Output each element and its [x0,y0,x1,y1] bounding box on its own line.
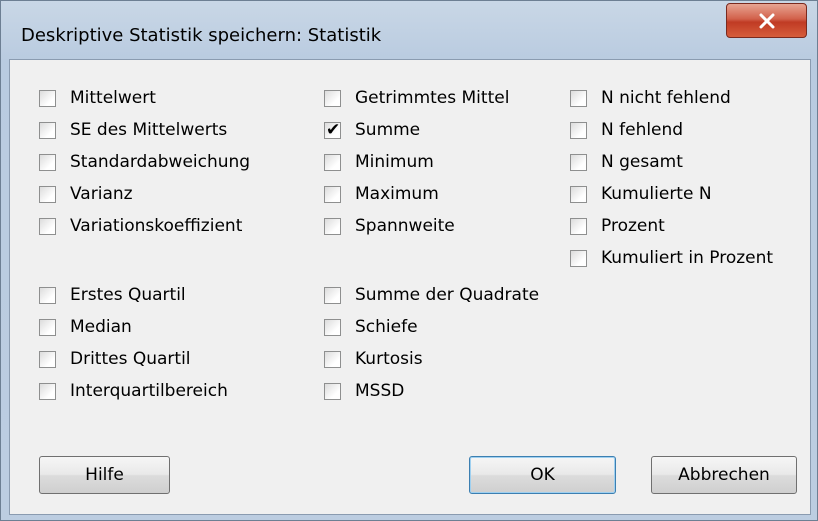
checkbox-box[interactable] [570,89,587,107]
checkbox-box[interactable] [39,350,56,368]
checkbox-label: Standardabweichung [70,152,251,172]
dialog-window: Deskriptive Statistik speichern: Statist… [0,0,818,521]
checkbox-box[interactable] [39,286,56,304]
checkbox-label: Erstes Quartil [70,285,186,305]
checkbox-n-nicht-fehlend[interactable]: N nicht fehlend [570,85,731,111]
checkbox-box[interactable] [39,382,56,400]
checkbox-schiefe[interactable]: Schiefe [324,314,418,340]
checkbox-box[interactable] [324,185,341,203]
checkbox-box[interactable] [324,286,341,304]
checkbox-box[interactable] [39,89,56,107]
checkbox-box[interactable] [324,382,341,400]
checkbox-minimum[interactable]: Minimum [324,149,434,175]
checkbox-box[interactable] [570,217,587,235]
checkbox-label: N gesamt [601,152,683,172]
title-bar[interactable]: Deskriptive Statistik speichern: Statist… [1,1,818,61]
checkbox-label: Variationskoeffizient [70,216,243,236]
checkbox-label: MSSD [355,381,405,401]
checkbox-label: Summe [355,120,421,140]
checkbox-box[interactable]: ✔ [324,119,341,140]
checkbox-varianz[interactable]: Varianz [39,181,133,207]
checkbox-se-des-mittelwerts[interactable]: SE des Mittelwerts [39,117,227,143]
checkbox-box[interactable] [324,217,341,235]
checkbox-label: Getrimmtes Mittel [355,88,510,108]
help-button[interactable]: Hilfe [39,456,170,494]
checkbox-label: Mittelwert [70,88,156,108]
checkbox-box[interactable] [39,185,56,203]
checkbox-box[interactable] [324,318,341,336]
checkbox-label: Spannweite [355,216,455,236]
checkbox-box[interactable] [39,121,56,139]
checkbox-label: Maximum [355,184,439,204]
checkbox-box[interactable] [570,121,587,139]
checkbox-box[interactable] [39,153,56,171]
checkbox-variationskoeffizient[interactable]: Variationskoeffizient [39,213,242,239]
checkbox-median[interactable]: Median [39,314,132,340]
checkmark-icon: ✔ [326,119,341,140]
checkbox-kumuliert-in-prozent[interactable]: Kumuliert in Prozent [570,245,773,271]
checkbox-n-fehlend[interactable]: N fehlend [570,117,683,143]
checkbox-box[interactable] [324,350,341,368]
checkbox-drittes-quartil[interactable]: Drittes Quartil [39,346,191,372]
checkbox-label: Schiefe [355,317,418,337]
checkbox-box[interactable] [39,318,56,336]
checkbox-maximum[interactable]: Maximum [324,181,439,207]
checkbox-label: SE des Mittelwerts [70,120,228,140]
checkbox-summe[interactable]: ✔ Summe [324,117,420,143]
checkbox-mssd[interactable]: MSSD [324,378,404,404]
checkbox-n-gesamt[interactable]: N gesamt [570,149,683,175]
checkbox-standardabweichung[interactable]: Standardabweichung [39,149,250,175]
checkbox-box[interactable] [324,89,341,107]
checkbox-label: N nicht fehlend [601,88,731,108]
checkbox-label: N fehlend [601,120,684,140]
checkbox-mittelwert[interactable]: Mittelwert [39,85,156,111]
window-title: Deskriptive Statistik speichern: Statist… [21,25,382,46]
checkbox-label: Kumuliert in Prozent [601,248,774,268]
checkbox-label: Kumulierte N [601,184,712,204]
checkbox-label: Interquartilbereich [70,381,228,401]
checkbox-label: Kurtosis [355,349,423,369]
checkbox-summe-der-quadrate[interactable]: Summe der Quadrate [324,282,539,308]
checkbox-label: Median [70,317,132,337]
checkbox-interquartilbereich[interactable]: Interquartilbereich [39,378,228,404]
close-icon [759,13,774,28]
cancel-button[interactable]: Abbrechen [651,456,797,494]
ok-button[interactable]: OK [469,456,616,494]
checkbox-box[interactable] [570,185,587,203]
checkbox-label: Summe der Quadrate [355,285,540,305]
checkbox-spannweite[interactable]: Spannweite [324,213,455,239]
checkbox-box[interactable] [570,249,587,267]
checkbox-box[interactable] [570,153,587,171]
checkbox-label: Drittes Quartil [70,349,191,369]
checkbox-kumulierte-n[interactable]: Kumulierte N [570,181,712,207]
checkbox-label: Prozent [601,216,665,236]
checkbox-prozent[interactable]: Prozent [570,213,665,239]
close-button[interactable] [726,3,807,38]
checkbox-box[interactable] [324,153,341,171]
checkbox-getrimmtes-mittel[interactable]: Getrimmtes Mittel [324,85,509,111]
checkbox-kurtosis[interactable]: Kurtosis [324,346,423,372]
checkbox-box[interactable] [39,217,56,235]
dialog-body: Mittelwert SE des Mittelwerts Standardab… [9,59,811,515]
checkbox-label: Minimum [355,152,434,172]
checkbox-label: Varianz [70,184,133,204]
checkbox-erstes-quartil[interactable]: Erstes Quartil [39,282,186,308]
